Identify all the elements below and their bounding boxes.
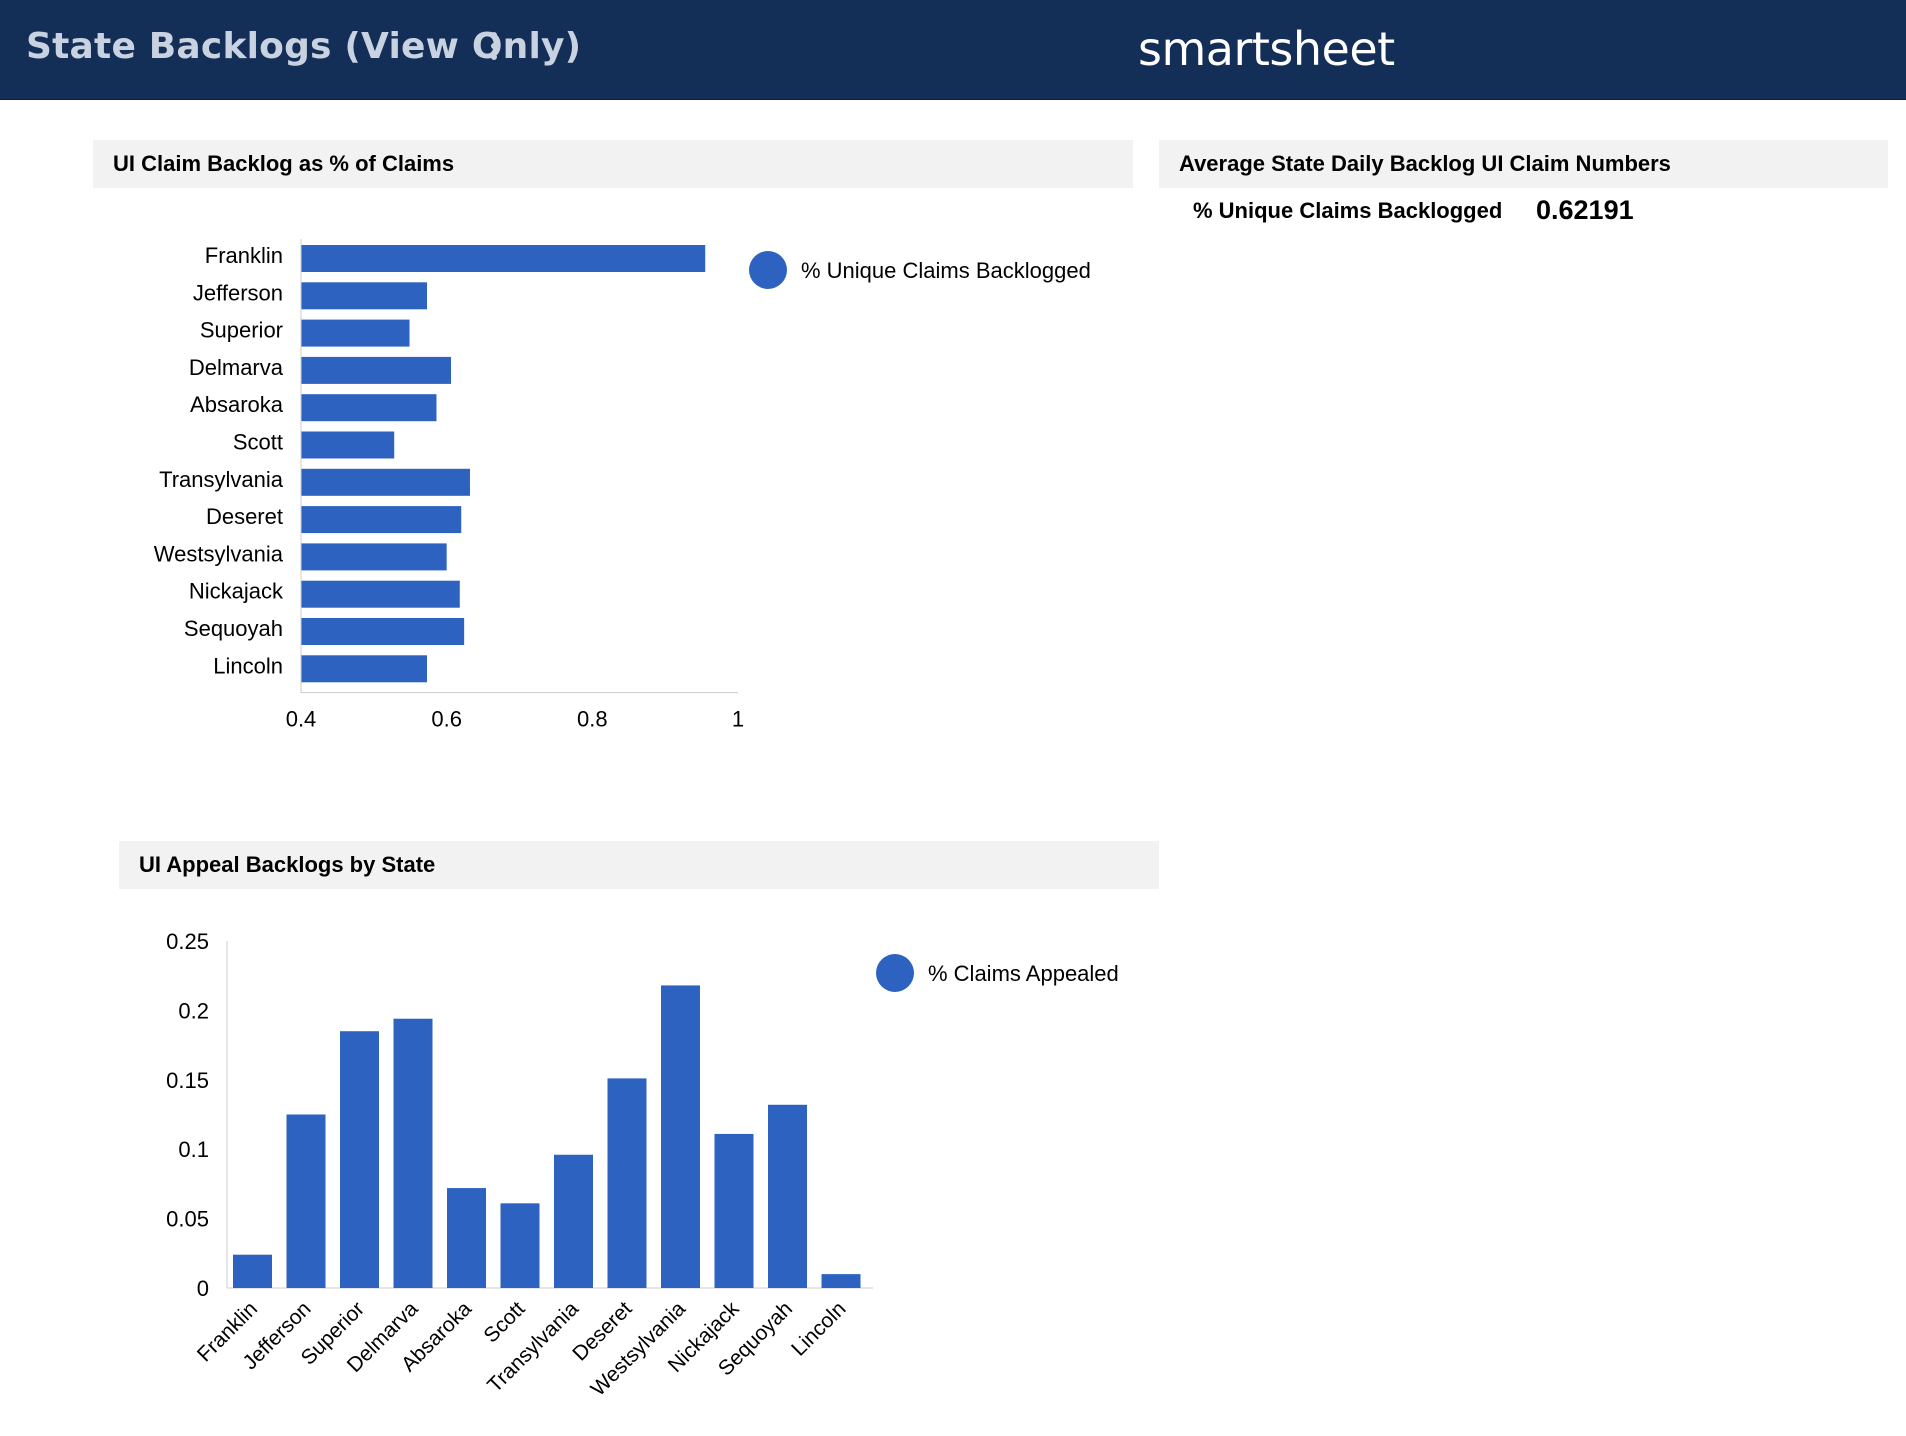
x-tick-label: Scott (479, 1297, 529, 1347)
average-widget-header: Average State Daily Backlog UI Claim Num… (1159, 140, 1888, 188)
legend-label: % Claims Appealed (928, 961, 1119, 986)
x-tick-label: 0.8 (577, 707, 608, 732)
dashboard-header: State Backlogs (View Only) smartsheet (0, 0, 1906, 100)
bar (301, 356, 452, 384)
smartsheet-logo: smartsheet (1138, 22, 1395, 76)
y-tick-label: 0.25 (166, 929, 209, 954)
bar (301, 618, 465, 645)
bar (301, 543, 447, 571)
metric-value: 0.62191 (1536, 195, 1634, 225)
y-tick-label: Delmarva (189, 355, 284, 380)
bar (821, 1274, 861, 1288)
y-tick-label: Franklin (205, 243, 283, 268)
legend-label: % Unique Claims Backlogged (801, 258, 1091, 283)
bar (301, 506, 462, 534)
bar (768, 1104, 807, 1288)
bar (286, 1114, 326, 1288)
y-tick-label: 0.2 (178, 998, 209, 1023)
x-tick-label: 1 (732, 707, 744, 732)
x-tick-label: Lincoln (787, 1297, 850, 1360)
y-tick-label: Superior (200, 318, 283, 343)
legend-marker (876, 954, 914, 992)
y-tick-label: 0.05 (166, 1207, 209, 1232)
y-tick-label: Absaroka (190, 392, 284, 417)
backlog-widget-header: UI Claim Backlog as % of Claims (93, 140, 1133, 188)
bar (714, 1133, 754, 1288)
y-tick-label: Transylvania (159, 467, 284, 492)
y-tick-label: 0.1 (178, 1137, 209, 1162)
bar (301, 655, 428, 683)
y-tick-label: Sequoyah (184, 616, 283, 641)
y-tick-label: Westsylvania (154, 541, 284, 566)
y-tick-label: Nickajack (189, 579, 284, 604)
appeal-widget-header: UI Appeal Backlogs by State (119, 841, 1159, 889)
bar (233, 1254, 272, 1288)
metric-label: % Unique Claims Backlogged (1193, 198, 1503, 223)
y-tick-label: Jefferson (193, 280, 283, 305)
bar (301, 580, 460, 608)
y-tick-label: Deseret (206, 504, 283, 529)
more-options-icon[interactable] (487, 32, 501, 68)
bar (301, 245, 706, 272)
bar (340, 1031, 379, 1288)
legend-marker (749, 251, 787, 289)
y-tick-label: Scott (233, 430, 283, 455)
bar (661, 985, 700, 1288)
y-tick-label: Lincoln (213, 653, 283, 678)
y-tick-label: 0 (197, 1276, 209, 1301)
appeal-bar-chart: 00.050.10.150.20.25FranklinJeffersonSupe… (166, 929, 1119, 1401)
backlog-bar-chart: Franklin Jefferson Superior Delmarva Absarok… (154, 239, 1091, 732)
bar (607, 1078, 647, 1288)
bar (301, 394, 437, 422)
y-tick-label: 0.15 (166, 1068, 209, 1093)
bar (301, 282, 428, 310)
x-tick-label: 0.6 (431, 707, 462, 732)
bar (500, 1203, 540, 1288)
bar (301, 431, 395, 459)
x-tick-label: 0.4 (286, 707, 317, 732)
bar (554, 1154, 593, 1288)
bar (301, 468, 470, 496)
bar (393, 1018, 433, 1288)
bar (447, 1188, 486, 1288)
bar (301, 319, 410, 347)
